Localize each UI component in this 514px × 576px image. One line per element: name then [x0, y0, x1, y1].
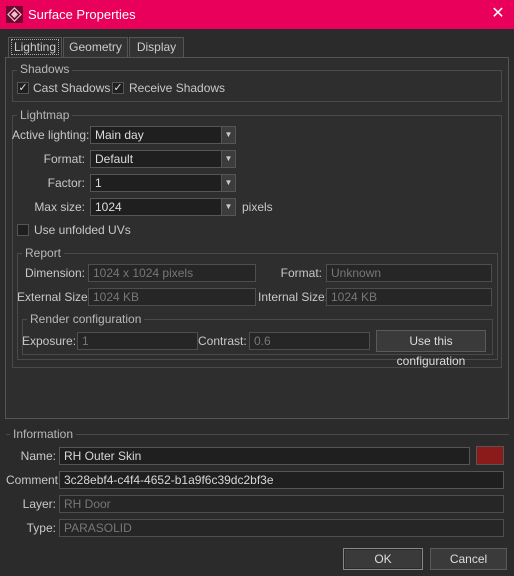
dimension-label: Dimension: — [24, 266, 85, 280]
dimension-field: 1024 x 1024 pixels — [88, 264, 256, 282]
type-field: PARASOLID — [59, 519, 504, 537]
cast-shadows-label: Cast Shadows — [33, 81, 111, 95]
cancel-button[interactable]: Cancel — [430, 548, 507, 570]
report-title: Report — [22, 246, 65, 260]
contrast-field: 0.6 — [249, 332, 370, 350]
window-title: Surface Properties — [28, 7, 136, 22]
exposure-field: 1 — [77, 332, 198, 350]
exposure-label: Exposure: — [22, 334, 77, 348]
chevron-down-icon: ▼ — [221, 175, 235, 191]
close-icon[interactable]: ✕ — [490, 5, 506, 23]
max-size-value: 1024 — [95, 200, 122, 214]
format-select[interactable]: Default ▼ — [90, 150, 236, 168]
external-size-label: External Size: — [17, 290, 92, 304]
max-size-unit: pixels — [242, 200, 273, 214]
receive-shadows-checkbox[interactable]: ✓ — [112, 82, 124, 94]
title-bar: Surface Properties ✕ — [0, 0, 514, 29]
comment-label: Comment: — [6, 473, 62, 487]
factor-label: Factor: — [47, 176, 85, 190]
lightmap-title: Lightmap — [17, 108, 73, 122]
information-title: Information — [10, 427, 77, 441]
name-label: Name: — [20, 449, 56, 463]
external-size-field: 1024 KB — [88, 288, 256, 306]
shadows-title: Shadows — [17, 62, 73, 76]
max-size-label: Max size: — [34, 200, 85, 214]
internal-size-label: Internal Size: — [258, 290, 329, 304]
chevron-down-icon: ▼ — [221, 199, 235, 215]
surface-color-swatch[interactable] — [476, 446, 504, 465]
max-size-select[interactable]: 1024 ▼ — [90, 198, 236, 216]
format-value: Default — [95, 152, 134, 166]
use-this-configuration-button[interactable]: Use this configuration — [376, 330, 486, 368]
use-unfolded-uvs-checkbox[interactable] — [17, 224, 29, 236]
ok-button[interactable]: OK — [343, 548, 423, 570]
factor-select[interactable]: 1 ▼ — [90, 174, 236, 192]
render-config-title: Render configuration — [27, 312, 145, 326]
receive-shadows-label: Receive Shadows — [129, 81, 226, 95]
layer-field: RH Door — [59, 495, 504, 513]
use-unfolded-uvs-label: Use unfolded UVs — [34, 223, 131, 237]
chevron-down-icon: ▼ — [221, 127, 235, 143]
chevron-down-icon: ▼ — [221, 151, 235, 167]
tab-geometry[interactable]: Geometry — [63, 37, 128, 57]
active-lighting-select[interactable]: Main day ▼ — [90, 126, 236, 144]
tab-lighting[interactable]: Lighting — [8, 37, 62, 58]
active-lighting-value: Main day — [95, 128, 144, 142]
app-logo-icon — [6, 6, 23, 23]
internal-size-field: 1024 KB — [326, 288, 492, 306]
format-label: Format: — [43, 152, 85, 166]
active-lighting-label: Active lighting: — [12, 128, 90, 142]
report-format-label: Format: — [280, 266, 322, 280]
contrast-label: Contrast: — [198, 334, 247, 348]
tab-display[interactable]: Display — [129, 37, 184, 57]
layer-label: Layer: — [22, 497, 56, 511]
type-label: Type: — [26, 521, 56, 535]
name-field[interactable]: RH Outer Skin — [59, 447, 470, 465]
comment-field[interactable]: 3c28ebf4-c4f4-4652-b1a9f6c39dc2bf3e — [59, 471, 504, 489]
report-format-field: Unknown — [326, 264, 492, 282]
factor-value: 1 — [95, 176, 102, 190]
cast-shadows-checkbox[interactable]: ✓ — [17, 82, 29, 94]
